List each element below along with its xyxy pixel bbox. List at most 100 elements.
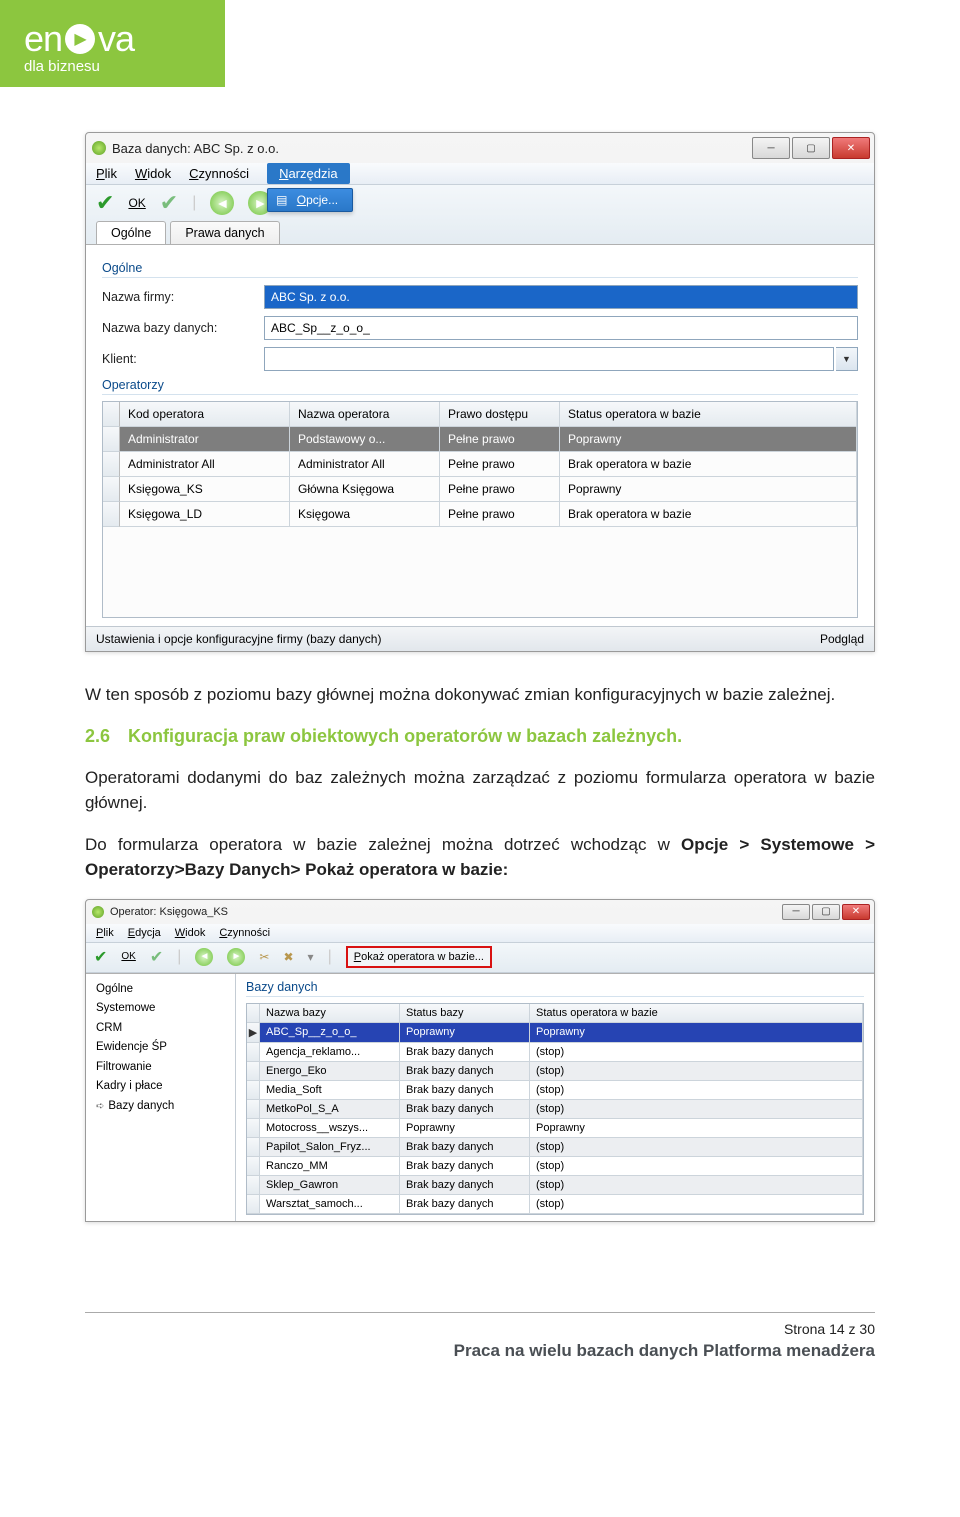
col-prawo[interactable]: Prawo dostępu [440, 402, 560, 427]
menu-czynnosci[interactable]: Czynności [219, 927, 270, 939]
close-button[interactable]: ✕ [832, 137, 870, 159]
brand-banner: en ▶ va dla biznesu [0, 0, 225, 87]
maximize-button[interactable]: ▢ [792, 137, 830, 159]
label-nazwa-firmy: Nazwa firmy: [102, 290, 262, 304]
menu-czynnosci[interactable]: Czynności [189, 166, 249, 181]
table-row[interactable]: Agencja_reklamo...Brak bazy danych(stop) [247, 1043, 863, 1062]
grid-operatorzy: Kod operatora Nazwa operatora Prawo dost… [102, 401, 858, 618]
page-footer: Strona 14 z 30 Praca na wielu bazach dan… [0, 1282, 960, 1381]
table-row[interactable]: Ranczo_MMBrak bazy danych(stop) [247, 1157, 863, 1176]
table-row[interactable]: Papilot_Salon_Fryz...Brak bazy danych(st… [247, 1138, 863, 1157]
tree-bazy-danych[interactable]: ➪Bazy danych [96, 1097, 225, 1117]
tree-filtrowanie[interactable]: Filtrowanie [96, 1058, 225, 1078]
col-nazwa-bazy[interactable]: Nazwa bazy [260, 1004, 400, 1023]
table-row[interactable]: Księgowa_KS Główna Księgowa Pełne prawo … [103, 477, 857, 502]
label-klient: Klient: [102, 352, 262, 366]
table-row[interactable]: Motocross__wszys...PoprawnyPoprawny [247, 1119, 863, 1138]
menu-plik[interactable]: Plik [96, 166, 117, 181]
tab-ogolne[interactable]: Ogólne [96, 221, 166, 244]
tree-systemowe[interactable]: Systemowe [96, 999, 225, 1019]
chevron-down-icon[interactable]: ▼ [836, 347, 858, 371]
row-marker-icon [247, 1138, 260, 1157]
col-status-bazy[interactable]: Status bazy [400, 1004, 530, 1023]
titlebar[interactable]: Operator: Księgowa_KS ─ ▢ ✕ [86, 900, 874, 924]
ok-button[interactable]: OK [128, 196, 145, 210]
table-row[interactable]: ▶ABC_Sp__z_o_o_PoprawnyPoprawny [247, 1023, 863, 1043]
window-database: Baza danych: ABC Sp. z o.o. ─ ▢ ✕ Plik W… [85, 132, 875, 652]
input-klient[interactable] [264, 347, 834, 371]
document-body: W ten sposób z poziomu bazy głównej możn… [85, 682, 875, 883]
paragraph: Do formularza operatora w bazie zależnej… [85, 832, 875, 883]
menubar: Plik Edycja Widok Czynności [86, 924, 874, 943]
nav-forward-button[interactable]: ► [227, 948, 245, 966]
table-row[interactable]: Administrator Podstawowy o... Pełne praw… [103, 427, 857, 452]
ok-check-icon[interactable]: ✔ [94, 947, 107, 967]
row-marker-icon [247, 1100, 260, 1119]
footer-title: Praca na wielu bazach danych Platforma m… [85, 1341, 875, 1361]
table-row[interactable]: MetkoPol_S_ABrak bazy danych(stop) [247, 1100, 863, 1119]
group-ogolne: Ogólne [102, 261, 858, 278]
paragraph: W ten sposób z poziomu bazy głównej możn… [85, 682, 875, 708]
brand-suffix: va [98, 18, 134, 60]
col-nazwa[interactable]: Nazwa operatora [290, 402, 440, 427]
row-marker-icon [247, 1062, 260, 1081]
menu-widok[interactable]: Widok [175, 927, 206, 939]
statusbar: Ustawienia i opcje konfiguracyjne firmy … [86, 626, 874, 651]
nav-tree: Ogólne Systemowe CRM Ewidencje ŚP Filtro… [86, 974, 236, 1221]
label-nazwa-bazy: Nazwa bazy danych: [102, 321, 262, 335]
table-row[interactable]: Energo_EkoBrak bazy danych(stop) [247, 1062, 863, 1081]
row-marker-icon [247, 1081, 260, 1100]
table-row[interactable]: Sklep_GawronBrak bazy danych(stop) [247, 1176, 863, 1195]
col-kod[interactable]: Kod operatora [120, 402, 290, 427]
app-icon [92, 906, 104, 918]
menu-edycja[interactable]: Edycja [128, 927, 161, 939]
app-icon [92, 141, 106, 155]
menu-narzedzia[interactable]: Narzędzia [267, 163, 350, 184]
ok-check-icon[interactable]: ✔ [96, 190, 114, 216]
paragraph: Operatorami dodanymi do baz zależnych mo… [85, 765, 875, 816]
nav-back-button[interactable]: ◄ [210, 191, 234, 215]
page-number: Strona 14 z 30 [85, 1321, 875, 1337]
action-show-operator[interactable]: Pokaż operatora w bazie... [346, 946, 492, 968]
row-marker-icon [247, 1157, 260, 1176]
menu-plik[interactable]: Plik [96, 927, 114, 939]
window-operator: Operator: Księgowa_KS ─ ▢ ✕ Plik Edycja … [85, 899, 875, 1222]
row-marker-icon: ▶ [247, 1023, 260, 1043]
close-button[interactable]: ✕ [842, 904, 870, 920]
table-row[interactable]: Media_SoftBrak bazy danych(stop) [247, 1081, 863, 1100]
tree-kadry[interactable]: Kadry i płace [96, 1077, 225, 1097]
ok-button[interactable]: OK [121, 951, 135, 962]
col-status-operatora[interactable]: Status operatora w bazie [530, 1004, 863, 1023]
titlebar[interactable]: Baza danych: ABC Sp. z o.o. ─ ▢ ✕ [86, 133, 874, 163]
row-marker-icon [247, 1119, 260, 1138]
tool-icon[interactable]: ▾ [308, 950, 314, 964]
input-nazwa-firmy[interactable] [264, 285, 858, 309]
check-icon[interactable]: ✔ [150, 947, 163, 967]
minimize-button[interactable]: ─ [752, 137, 790, 159]
group-bazy-danych: Bazy danych [246, 980, 864, 997]
arrow-icon: ➪ [96, 1101, 104, 1112]
nav-back-button[interactable]: ◄ [195, 948, 213, 966]
tab-prawa-danych[interactable]: Prawa danych [170, 221, 279, 244]
play-icon: ▶ [65, 24, 95, 54]
grid-bazy: Nazwa bazy Status bazy Status operatora … [246, 1003, 864, 1215]
check-icon[interactable]: ✔ [160, 190, 178, 216]
minimize-button[interactable]: ─ [782, 904, 810, 920]
status-mode: Podgląd [820, 632, 864, 646]
tree-ewidencje[interactable]: Ewidencje ŚP [96, 1038, 225, 1058]
col-status[interactable]: Status operatora w bazie [560, 402, 857, 427]
maximize-button[interactable]: ▢ [812, 904, 840, 920]
table-row[interactable]: Administrator All Administrator All Pełn… [103, 452, 857, 477]
menu-opcje[interactable]: ▤ Opcje... [267, 188, 353, 212]
table-row[interactable]: Księgowa_LD Księgowa Pełne prawo Brak op… [103, 502, 857, 527]
toolbar: ✔ OK ✔ | ◄ ► ✂ ✖ ▾ | Pokaż operatora w b… [86, 943, 874, 973]
tree-crm[interactable]: CRM [96, 1019, 225, 1039]
input-nazwa-bazy[interactable] [264, 316, 858, 340]
tree-ogolne[interactable]: Ogólne [96, 980, 225, 1000]
tools-icon: ▤ [276, 193, 287, 207]
table-row[interactable]: Warsztat_samoch...Brak bazy danych(stop) [247, 1195, 863, 1214]
row-marker-icon [247, 1176, 260, 1195]
tool-icon[interactable]: ✂ [259, 950, 269, 964]
tool-icon[interactable]: ✖ [283, 950, 293, 964]
menu-widok[interactable]: Widok [135, 166, 171, 181]
